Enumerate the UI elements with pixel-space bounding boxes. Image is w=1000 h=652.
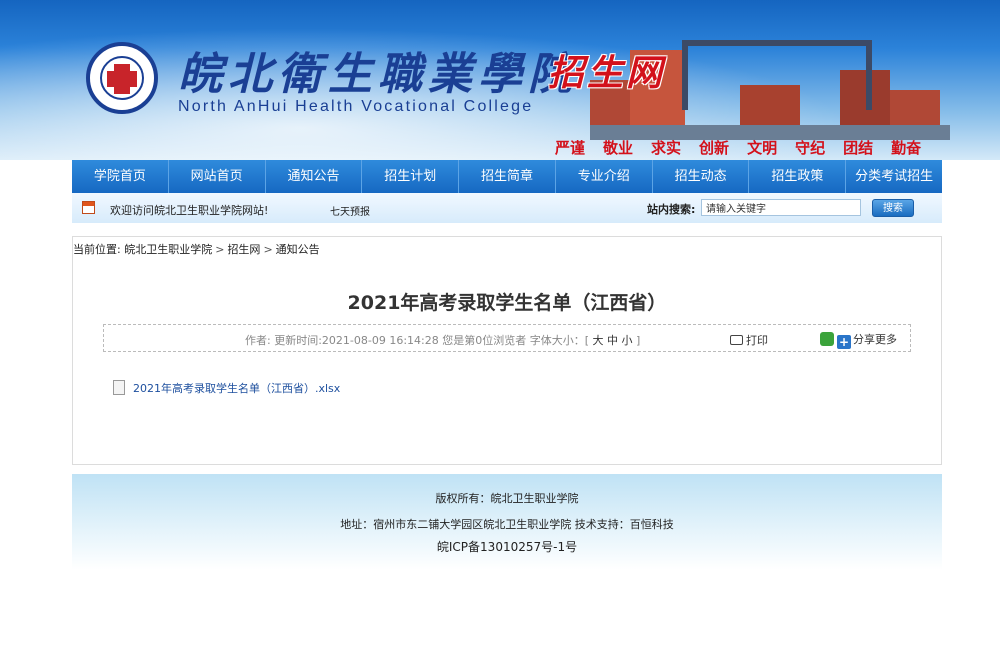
nav-item-enrollment-policy[interactable]: 招生政策 [749, 160, 847, 193]
printer-icon [730, 335, 743, 345]
nav-item-enrollment-plan[interactable]: 招生计划 [362, 160, 460, 193]
nav-item-enrollment-news[interactable]: 招生动态 [653, 160, 750, 193]
font-size-controls[interactable]: 大 中 小 [593, 334, 633, 347]
search-label: 站内搜索: [647, 203, 696, 216]
nav-item-notices[interactable]: 通知公告 [266, 160, 363, 193]
motto-item: 敬业 [603, 139, 634, 157]
main-nav: 学院首页 网站首页 通知公告 招生计划 招生简章 专业介绍 招生动态 招生政策 … [72, 160, 942, 193]
breadcrumb-item-notices[interactable]: 通知公告 [276, 243, 320, 256]
breadcrumb-separator: > [263, 243, 273, 256]
welcome-text: 欢迎访问皖北卫生职业学院网站! [110, 204, 269, 217]
wechat-share-icon[interactable] [820, 332, 834, 346]
nav-item-site-home[interactable]: 网站首页 [169, 160, 266, 193]
share-more-icon[interactable]: + [837, 335, 851, 349]
attachment-link[interactable]: 2021年高考录取学生名单（江西省）.xlsx [113, 380, 340, 396]
nav-item-classified-exam[interactable]: 分类考试招生 [846, 160, 942, 193]
share-more-label[interactable]: 分享更多 [853, 333, 897, 346]
motto-item: 文明 [747, 139, 778, 157]
nav-item-college-home[interactable]: 学院首页 [72, 160, 169, 193]
footer-copyright: 版权所有：皖北卫生职业学院 [435, 492, 579, 505]
breadcrumb-separator: > [215, 243, 225, 256]
motto-item: 勤奋 [891, 139, 922, 157]
article-meta: 作者: 更新时间:2021-08-09 16:14:28 您是第0位浏览者 字体… [245, 332, 640, 348]
motto-item: 团结 [843, 139, 874, 157]
print-button[interactable]: 打印 [730, 332, 768, 348]
motto-item: 求实 [651, 139, 682, 157]
info-bar: 欢迎访问皖北卫生职业学院网站! 七天预报 站内搜索: 搜索 [72, 193, 942, 223]
breadcrumb-item-college[interactable]: 皖北卫生职业学院 [124, 243, 212, 256]
print-label: 打印 [746, 334, 768, 347]
search-button[interactable]: 搜索 [872, 199, 914, 217]
meta-text-end: ] [636, 334, 641, 347]
article-meta-bar: 作者: 更新时间:2021-08-09 16:14:28 您是第0位浏览者 字体… [103, 324, 911, 352]
breadcrumb-item-admissions[interactable]: 招生网 [227, 243, 260, 256]
motto-item: 守纪 [795, 139, 826, 157]
college-name-cn: 皖北衛生職業學院 [178, 49, 578, 100]
footer: 版权所有：皖北卫生职业学院 地址：宿州市东二铺大学园区皖北卫生职业学院 技术支持… [72, 474, 942, 570]
nav-item-enrollment-brochure[interactable]: 招生简章 [459, 160, 556, 193]
meta-text: 作者: 更新时间:2021-08-09 16:14:28 您是第0位浏览者 字体… [245, 334, 590, 347]
nav-item-majors[interactable]: 专业介绍 [556, 160, 653, 193]
article-title: 2021年高考录取学生名单（江西省） [347, 292, 667, 314]
footer-icp[interactable]: 皖ICP备13010257号-1号 [72, 538, 942, 555]
motto-row: 严谨 敬业 求实 创新 文明 守纪 团结 勤奋 [555, 137, 939, 158]
motto-item: 创新 [699, 139, 730, 157]
motto-item: 严谨 [555, 139, 586, 157]
calendar-icon [82, 201, 95, 214]
college-name-en: North AnHui Health Vocational College [178, 98, 534, 115]
site-name: 招生网 [548, 52, 666, 94]
share-bar: + 分享更多 [820, 331, 897, 349]
college-logo [86, 42, 158, 114]
search-input[interactable] [701, 199, 861, 216]
article-container: 当前位置: 皖北卫生职业学院 > 招生网 > 通知公告 2021年高考录取学生名单（江西… [72, 236, 942, 465]
file-icon [113, 380, 125, 395]
attachment-label: 2021年高考录取学生名单（江西省）.xlsx [133, 382, 341, 395]
weather-forecast-link[interactable]: 七天预报 [330, 203, 370, 218]
footer-address: 地址：宿州市东二铺大学园区皖北卫生职业学院 技术支持：百恒科技 [340, 518, 674, 531]
header-banner: 皖北衛生職業學院 North AnHui Health Vocational C… [0, 0, 1000, 160]
breadcrumb-prefix: 当前位置: [73, 243, 121, 256]
breadcrumb: 当前位置: 皖北卫生职业学院 > 招生网 > 通知公告 [73, 241, 320, 257]
